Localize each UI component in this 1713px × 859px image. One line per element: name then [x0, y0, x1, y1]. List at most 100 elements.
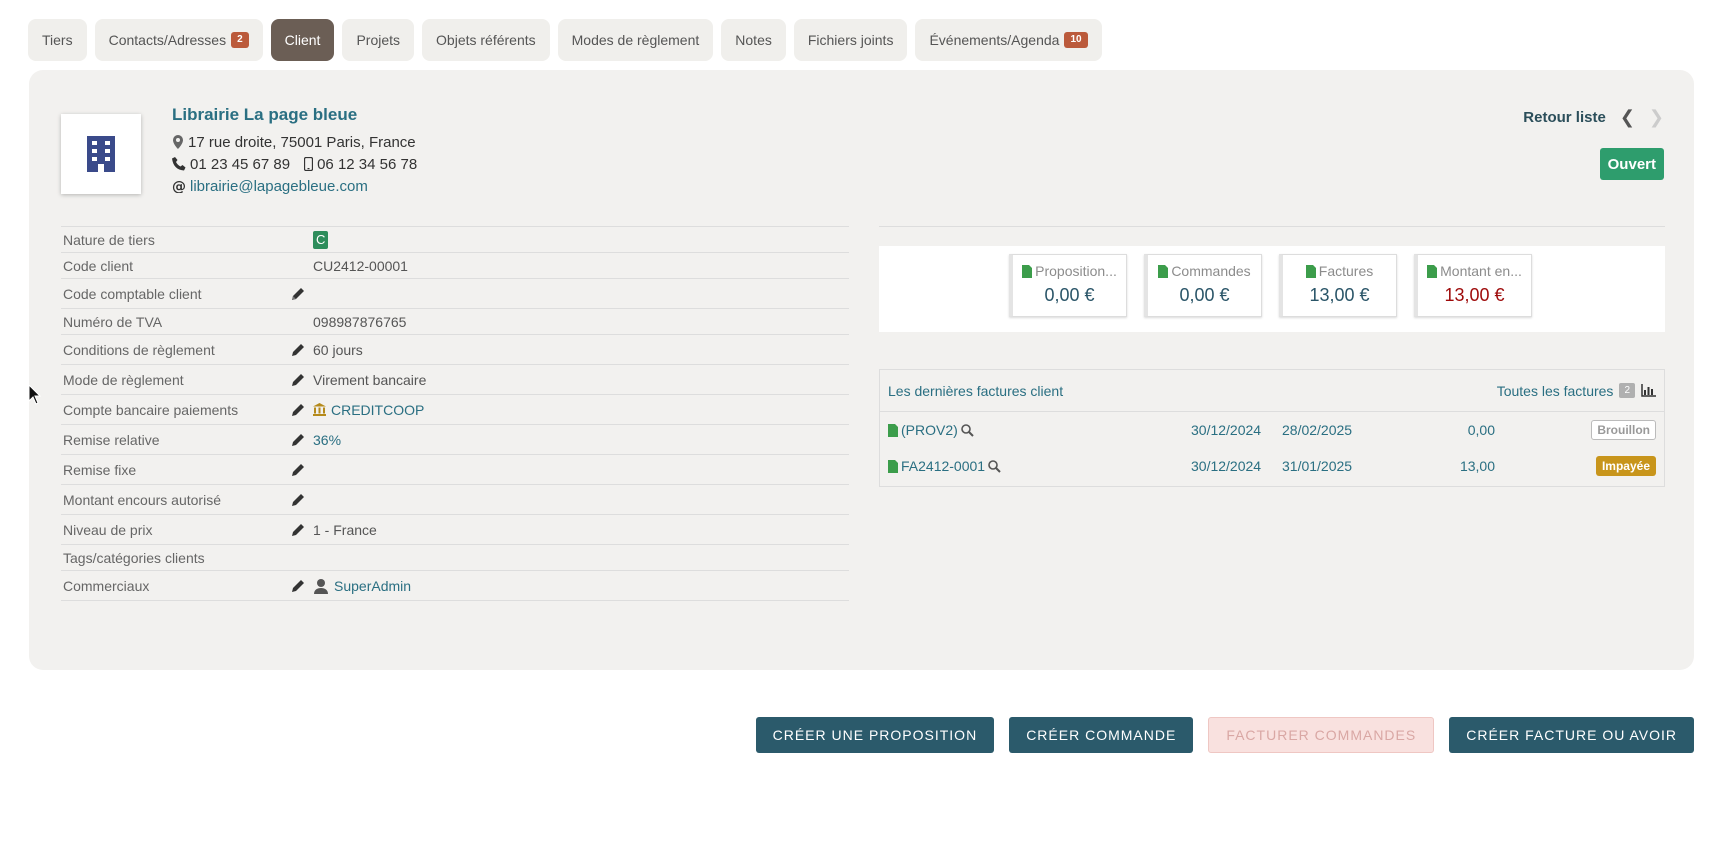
latest-invoices-header: Les dernières factures client Toutes les… — [880, 370, 1664, 412]
pencil-icon[interactable] — [291, 579, 313, 593]
zoom-icon[interactable] — [960, 423, 974, 437]
stat-invoices[interactable]: Factures 13,00 € — [1279, 254, 1397, 317]
field-row: Conditions de règlement 60 jours — [61, 335, 849, 365]
tab-fichiers-joints[interactable]: Fichiers joints — [793, 19, 908, 61]
invoice-date: 30/12/2024 — [1191, 458, 1262, 474]
document-icon — [888, 459, 898, 473]
company-info: Librairie La page bleue 17 rue droite, 7… — [172, 105, 417, 197]
invoice-count-badge: 2 — [1619, 383, 1635, 398]
stat-outstanding[interactable]: Montant en... 13,00 € — [1414, 254, 1532, 317]
address-line: 17 rue droite, 75001 Paris, France — [172, 131, 417, 153]
field-row: Remise relative 36% — [61, 425, 849, 455]
invoice-ref-link[interactable]: FA2412-0001 — [901, 458, 985, 474]
field-value: 60 jours — [313, 341, 363, 358]
tab-count-badge: 2 — [231, 32, 249, 48]
pencil-icon[interactable] — [291, 523, 313, 537]
stat-proposals[interactable]: Proposition... 0,00 € — [1009, 254, 1127, 317]
invoice-status-badge: Impayée — [1595, 456, 1656, 476]
invoice-due-date: 28/02/2025 — [1282, 422, 1353, 438]
tab-notes[interactable]: Notes — [721, 19, 786, 61]
nature-badge: C — [313, 230, 329, 249]
field-value: Virement bancaire — [313, 371, 427, 388]
phone-line: 01 23 45 67 89 06 12 34 56 78 — [172, 153, 417, 175]
company-logo — [61, 114, 141, 194]
create-order-button[interactable]: CRÉER COMMANDE — [1009, 717, 1194, 753]
create-invoice-button[interactable]: CRÉER FACTURE OU AVOIR — [1449, 717, 1694, 753]
field-row: Niveau de prix 1 - France — [61, 515, 849, 545]
pencil-icon[interactable] — [291, 493, 313, 507]
field-row: Code comptable client — [61, 279, 849, 309]
tab-modes-reglement[interactable]: Modes de règlement — [557, 19, 714, 61]
create-proposal-button[interactable]: CRÉER UNE PROPOSITION — [755, 717, 995, 753]
chart-icon[interactable] — [1641, 384, 1656, 397]
field-row: Code client CU2412-00001 — [61, 253, 849, 279]
document-icon — [1427, 264, 1438, 278]
svg-text:@: @ — [172, 179, 186, 193]
all-invoices-link[interactable]: Toutes les factures — [1497, 383, 1614, 399]
map-pin-icon — [173, 135, 183, 149]
bank-account-link[interactable]: CREDITCOOP — [331, 402, 424, 418]
field-row: Commerciaux SuperAdmin — [61, 571, 849, 601]
record-navigation: Retour liste ❮ ❯ — [1523, 107, 1664, 128]
field-value: 1 - France — [313, 521, 377, 538]
sales-rep-link[interactable]: SuperAdmin — [334, 578, 411, 594]
zoom-icon[interactable] — [988, 459, 1001, 473]
invoice-due-date: 31/01/2025 — [1282, 458, 1353, 474]
field-value[interactable]: 36% — [313, 432, 341, 448]
field-row: Nature de tiers C — [61, 227, 849, 253]
tab-projets[interactable]: Projets — [342, 19, 415, 61]
field-value: 098987876765 — [313, 313, 407, 330]
stats-panel: Proposition... 0,00 € Commandes 0,00 € F… — [879, 226, 1665, 332]
latest-invoices-title[interactable]: Les dernières factures client — [888, 383, 1063, 399]
invoice-orders-button: FACTURER COMMANDES — [1208, 717, 1435, 753]
field-row: Remise fixe — [61, 455, 849, 485]
pencil-icon[interactable] — [291, 343, 313, 357]
invoice-status-badge: Brouillon — [1591, 420, 1656, 440]
tab-evenements[interactable]: Événements/Agenda 10 — [915, 19, 1102, 61]
document-icon — [1158, 264, 1169, 278]
field-row: Compte bancaire paiements CREDITCOOP — [61, 395, 849, 425]
invoice-ref-link[interactable]: (PROV2) — [901, 422, 958, 438]
pencil-icon[interactable] — [291, 403, 313, 417]
latest-invoices-panel: Les dernières factures client Toutes les… — [879, 369, 1665, 487]
tab-contacts[interactable]: Contacts/Adresses 2 — [94, 19, 263, 61]
chevron-left-icon[interactable]: ❮ — [1620, 107, 1635, 128]
client-fields-table: Nature de tiers C Code client CU2412-000… — [61, 226, 849, 601]
client-card: Librairie La page bleue 17 rue droite, 7… — [29, 70, 1694, 670]
at-icon: @ — [172, 179, 186, 193]
tab-tiers[interactable]: Tiers — [28, 19, 87, 61]
pencil-icon[interactable] — [291, 463, 313, 477]
pencil-icon[interactable] — [291, 373, 313, 387]
company-phone: 01 23 45 67 89 — [190, 155, 291, 173]
tab-bar: Tiers Contacts/Adresses 2 Client Projets … — [28, 19, 1102, 61]
field-value: CU2412-00001 — [313, 257, 408, 274]
action-buttons: CRÉER UNE PROPOSITION CRÉER COMMANDE FAC… — [755, 717, 1694, 753]
company-mobile: 06 12 34 56 78 — [317, 155, 418, 173]
field-row: Montant encours autorisé — [61, 485, 849, 515]
document-icon — [888, 423, 898, 437]
invoice-row: FA2412-0001 30/12/2024 31/01/2025 13,00 … — [880, 448, 1664, 484]
invoice-row: (PROV2) 30/12/2024 28/02/2025 0,00 Broui… — [880, 412, 1664, 448]
tab-count-badge: 10 — [1064, 32, 1088, 48]
field-row: Tags/catégories clients — [61, 545, 849, 571]
company-email[interactable]: librairie@lapagebleue.com — [190, 178, 368, 195]
chevron-right-icon: ❯ — [1648, 107, 1664, 127]
bank-icon — [313, 403, 326, 416]
status-badge: Ouvert — [1599, 148, 1664, 180]
user-icon — [314, 578, 328, 594]
document-icon — [1305, 264, 1316, 278]
pencil-icon[interactable] — [291, 433, 313, 447]
stat-orders[interactable]: Commandes 0,00 € — [1144, 254, 1262, 317]
invoice-amount: 13,00 — [1459, 458, 1495, 474]
field-row: Numéro de TVA 098987876765 — [61, 309, 849, 335]
pencil-icon[interactable] — [291, 287, 313, 301]
phone-icon — [172, 157, 186, 171]
mouse-cursor-icon — [29, 385, 41, 405]
tab-client[interactable]: Client — [270, 19, 335, 61]
email-line: @ librairie@lapagebleue.com — [172, 175, 417, 197]
tab-objets-referents[interactable]: Objets référents — [422, 19, 550, 61]
building-icon — [87, 136, 115, 172]
company-name[interactable]: Librairie La page bleue — [172, 105, 417, 125]
document-icon — [1022, 264, 1033, 278]
back-to-list-link[interactable]: Retour liste — [1523, 109, 1606, 126]
